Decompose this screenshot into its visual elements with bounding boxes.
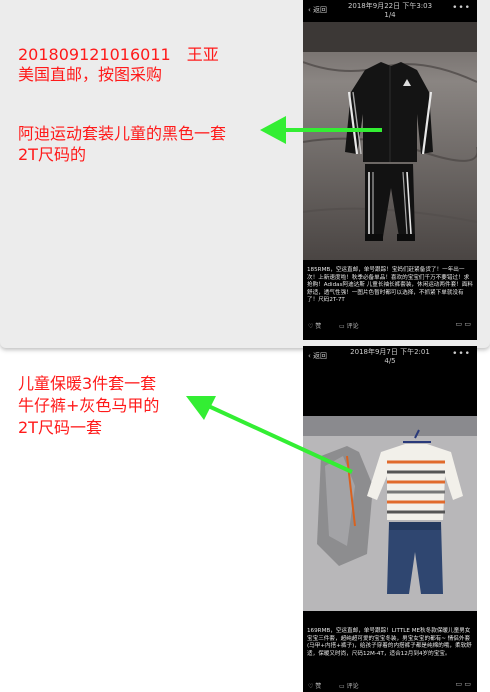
comment-button[interactable]: ▭ 评论 bbox=[339, 681, 359, 690]
like-button[interactable]: ♡ 赞 bbox=[308, 321, 321, 330]
item2-detail: 牛仔裤+灰色马甲的 bbox=[18, 396, 160, 415]
post2-caption: 169RMB，空运直邮，单号跟踪！LITTLE ME秋冬款保暖儿童男女宝宝三件套… bbox=[307, 628, 472, 657]
post2-page-indicator: 4/5 bbox=[384, 357, 396, 365]
post1-caption: 185RMB，空运直邮，单号跟踪！宝妈们赶紧备货了！一年出一次！上新速度啦！秋季… bbox=[307, 267, 473, 304]
post2-timestamp: 2018年9月7日 下午2:01 4/5 bbox=[350, 348, 430, 365]
order-number-text: 201809121016011 王亚 bbox=[18, 45, 219, 64]
item1-description: 阿迪运动套装儿童的黑色一套 bbox=[18, 124, 227, 143]
post2-top-bar: ‹ 返回 2018年9月7日 下午2:01 4/5 ••• bbox=[303, 346, 477, 365]
more-options-icon[interactable]: ••• bbox=[452, 349, 471, 359]
post1-page-indicator: 1/4 bbox=[384, 11, 396, 19]
comment-button[interactable]: ▭ 评论 bbox=[339, 321, 359, 330]
post1-bottom-bar: ♡ 赞 ▭ 评论 ▭ ▭ bbox=[303, 318, 477, 332]
post2-bottom-bar: ♡ 赞 ▭ 评论 ▭ ▭ bbox=[303, 678, 477, 692]
like-button[interactable]: ♡ 赞 bbox=[308, 681, 321, 690]
post1-timestamp: 2018年9月22日 下午3:03 1/4 bbox=[347, 2, 433, 19]
item2-size: 2T尺码一套 bbox=[18, 418, 102, 437]
post1-top-bar: ‹ 返回 2018年9月22日 下午3:03 1/4 ••• bbox=[303, 0, 477, 19]
item1-size: 2T尺码的 bbox=[18, 145, 86, 164]
share-icons[interactable]: ▭ ▭ bbox=[456, 320, 471, 328]
shipping-note-text: 美国直邮，按图采购 bbox=[18, 65, 163, 84]
arrow-left-icon bbox=[186, 396, 353, 474]
arrow-left-icon bbox=[260, 116, 382, 144]
share-icons[interactable]: ▭ ▭ bbox=[456, 680, 471, 688]
post1-screenshot: ‹ 返回 2018年9月22日 下午3:03 1/4 ••• 185RMB，空运… bbox=[303, 0, 477, 340]
item2-description: 儿童保暖3件套一套 bbox=[18, 374, 157, 393]
more-options-icon[interactable]: ••• bbox=[452, 3, 471, 13]
